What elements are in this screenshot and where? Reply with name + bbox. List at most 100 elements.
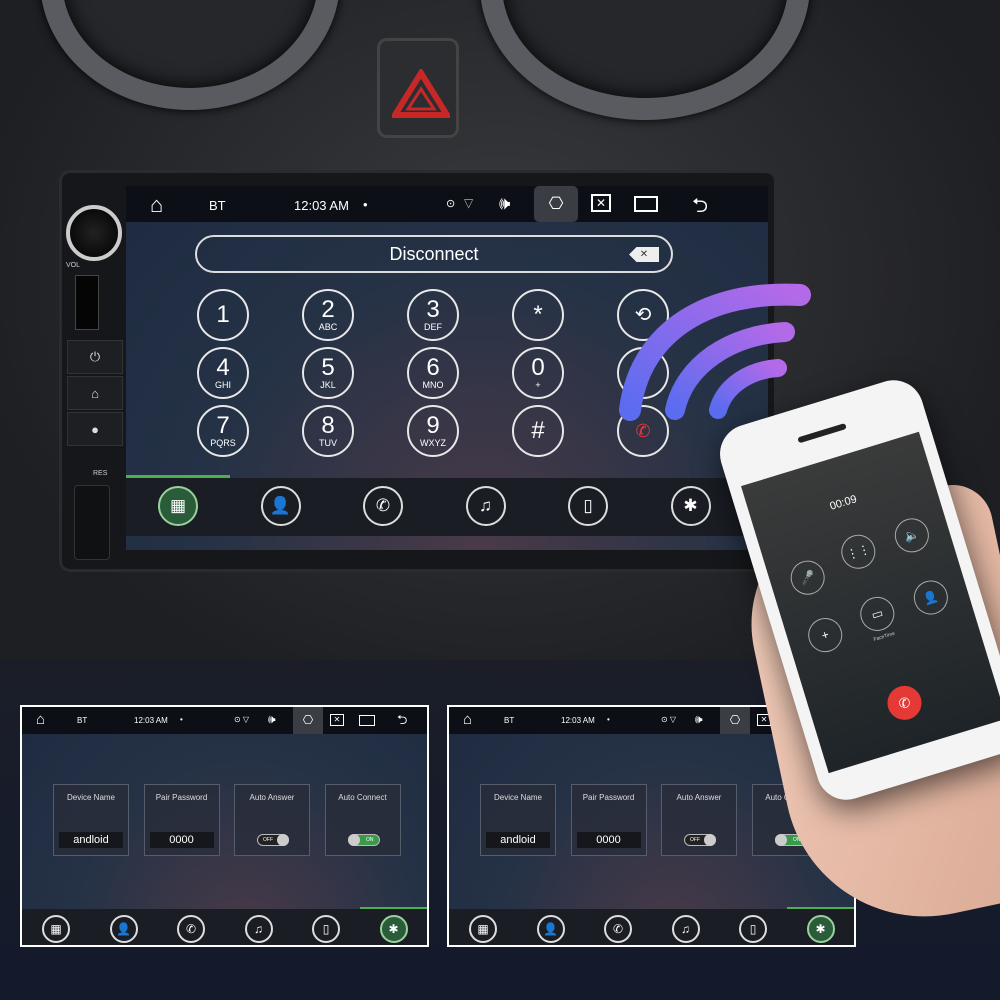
nav-call-log[interactable]: ✆	[177, 915, 205, 943]
nav-dialpad[interactable]: ▦	[158, 486, 198, 526]
end-call-button-phone[interactable]: ✆	[883, 681, 926, 725]
status-time: 12:03 AM	[134, 716, 168, 725]
bluetooth-settings-icon: ✱	[815, 922, 826, 936]
contacts-button[interactable]: 👤	[909, 576, 953, 619]
card-device-name[interactable]: Device Name andloid	[480, 784, 556, 856]
key-3-0[interactable]: *	[512, 289, 564, 341]
speaker-button[interactable]: 🔈	[890, 514, 934, 557]
key-0-0[interactable]: 1	[197, 289, 249, 341]
key-2-0[interactable]: 3 DEF	[407, 289, 459, 341]
hazard-button[interactable]	[377, 38, 459, 138]
toggle-state: OFF	[263, 837, 273, 843]
key-letters: TUV	[319, 438, 337, 448]
status-dot: •	[363, 197, 368, 212]
key-digit: 7	[216, 412, 230, 439]
key-letters: GHI	[214, 380, 231, 390]
volume-icon[interactable]: 🕪	[499, 193, 510, 214]
res-label: RES	[93, 470, 108, 477]
card-auto-answer: Auto Answer OFF	[234, 784, 310, 856]
toggle-knob	[774, 834, 787, 846]
close-box-icon[interactable]: ✕	[330, 714, 344, 726]
card-title: Auto Answer	[249, 793, 295, 802]
key-2-2[interactable]: 9 WXYZ	[407, 405, 459, 457]
key-0-2[interactable]: 7 PQRS	[197, 405, 249, 457]
call-log-icon: ✆	[375, 496, 391, 515]
card-device-name[interactable]: Device Name andloid	[53, 784, 129, 856]
card-pair-password[interactable]: Pair Password 0000	[143, 784, 220, 856]
recent-apps-icon[interactable]	[359, 715, 375, 726]
screenshot-icon[interactable]: ⎔	[293, 707, 323, 734]
nav-bluetooth-phone[interactable]: ▯	[739, 915, 767, 943]
nav-bluetooth-settings[interactable]: ✱	[379, 915, 408, 943]
backspace-icon[interactable]: ✕	[629, 247, 659, 262]
nav-dialpad[interactable]: ▦	[42, 915, 70, 943]
status-dot: •	[180, 715, 183, 724]
location-icon: ⊙ ▽	[661, 715, 677, 724]
volume-knob[interactable]	[66, 205, 122, 261]
facetime-button[interactable]: ▭	[856, 592, 899, 636]
volume-icon[interactable]: 🕪	[268, 712, 276, 727]
back-icon[interactable]: ⮌	[692, 191, 708, 225]
nav-hard-button[interactable]: ●	[67, 412, 123, 446]
key-1-1[interactable]: 5 JKL	[302, 347, 354, 399]
nav-bluetooth-phone[interactable]: ▯	[312, 915, 340, 943]
keypad-button[interactable]: ⋮⋮	[837, 530, 880, 573]
toggle-switch[interactable]: OFF	[684, 834, 716, 846]
key-digit: #	[531, 417, 545, 444]
key-letters: PQRS	[210, 438, 236, 448]
nav-bluetooth-settings[interactable]: ✱	[806, 915, 835, 943]
power-button[interactable]: ⏻	[67, 340, 123, 374]
home-icon[interactable]: ⌂	[150, 192, 163, 218]
home-icon[interactable]: ⌂	[463, 711, 472, 728]
wireless-waves	[619, 283, 811, 421]
settings-screen-1: ⌂ BT 12:03 AM • ⊙ ▽ 🕪 ⎔ ✕ ⮌ Device Name an…	[20, 705, 429, 947]
status-dot: •	[607, 715, 610, 724]
home-hard-button[interactable]: ⌂	[67, 376, 123, 410]
nav-bluetooth-phone[interactable]: ▯	[568, 486, 608, 526]
nav-bluetooth-settings[interactable]: ✱	[670, 486, 711, 526]
key-letters: MNO	[422, 380, 444, 390]
key-3-2[interactable]: #	[512, 405, 564, 457]
call-log-icon: ✆	[612, 922, 624, 936]
status-title: BT	[209, 198, 226, 213]
volume-icon[interactable]: 🕪	[695, 712, 703, 727]
key-1-0[interactable]: 2 ABC	[302, 289, 354, 341]
number-field[interactable]: Disconnect ✕	[195, 235, 673, 273]
nav-call-log[interactable]: ✆	[604, 915, 632, 943]
nav-dialpad[interactable]: ▦	[469, 915, 497, 943]
key-digit: 3	[426, 296, 440, 323]
nav-music[interactable]: ♫	[244, 915, 273, 943]
music-icon: ♫	[254, 922, 263, 936]
screenshot-icon[interactable]: ⎔	[720, 707, 750, 734]
contacts-icon: 👤	[116, 922, 131, 936]
nav-contacts[interactable]: 👤	[536, 915, 565, 943]
nav-contacts[interactable]: 👤	[109, 915, 138, 943]
card-pair-password[interactable]: Pair Password 0000	[570, 784, 647, 856]
music-icon: ♫	[479, 496, 492, 515]
toggle-switch[interactable]: OFF	[257, 834, 289, 846]
card-value: andloid	[486, 832, 550, 848]
status-bar: ⌂ BT 12:03 AM • ⊙ ▽ 🕪 ⎔ ✕ ⮌	[22, 707, 427, 734]
status-title: BT	[77, 716, 88, 725]
usb-port[interactable]	[74, 485, 110, 560]
key-0-1[interactable]: 4 GHI	[197, 347, 249, 399]
key-3-1[interactable]: 0 +	[512, 347, 564, 399]
home-icon[interactable]: ⌂	[36, 711, 45, 728]
screenshot-icon[interactable]: ⎔	[534, 186, 578, 222]
nav-music[interactable]: ♫	[671, 915, 700, 943]
key-letters: +	[535, 380, 541, 390]
sd-slot[interactable]	[75, 275, 99, 330]
key-2-1[interactable]: 6 MNO	[407, 347, 459, 399]
key-1-2[interactable]: 8 TUV	[302, 405, 354, 457]
add-call-button[interactable]: +	[803, 613, 847, 657]
close-box-icon[interactable]: ✕	[591, 194, 611, 212]
toggle-switch[interactable]: ON	[347, 834, 380, 846]
back-icon[interactable]: ⮌	[397, 711, 407, 733]
nav-call-log[interactable]: ✆	[363, 486, 403, 526]
toggle-knob	[347, 834, 360, 846]
nav-music[interactable]: ♫	[465, 486, 506, 526]
key-digit: 5	[321, 354, 335, 381]
recent-apps-icon[interactable]	[634, 196, 658, 212]
nav-contacts[interactable]: 👤	[260, 486, 301, 526]
mute-button[interactable]: 🎤	[786, 556, 829, 599]
